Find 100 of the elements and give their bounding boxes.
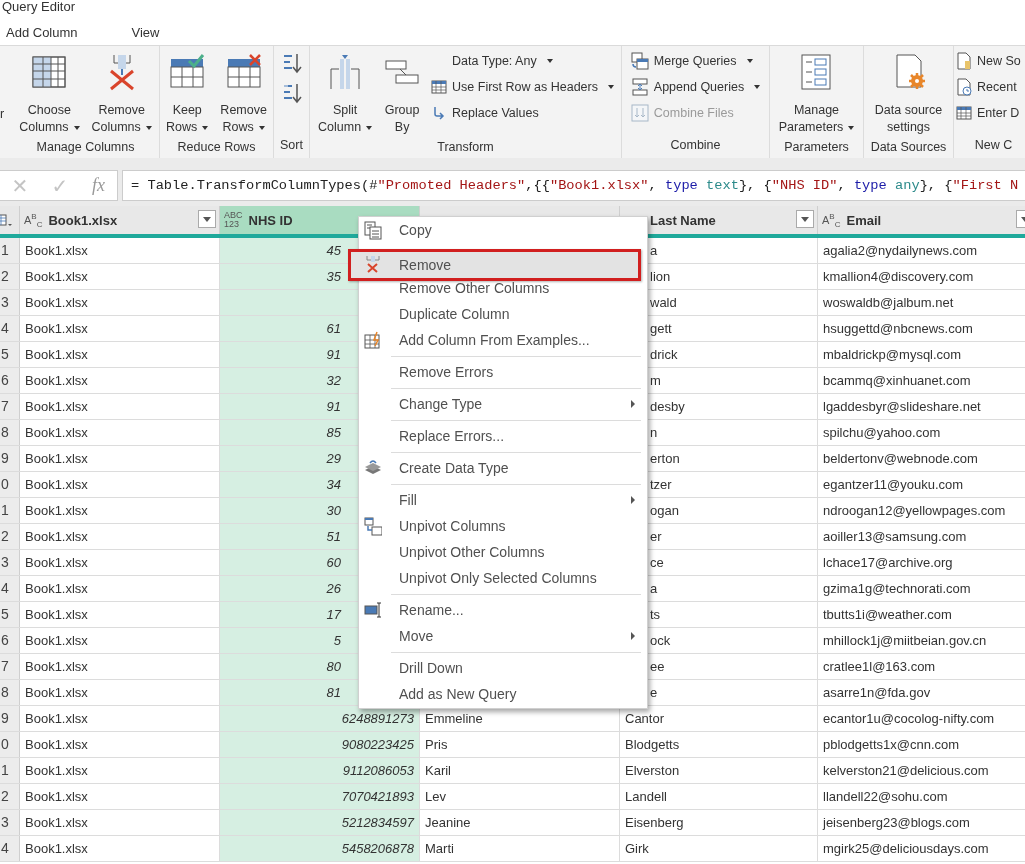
group-label: Sort [279,137,304,154]
table-cell: hsuggettd@nbcnews.com [818,316,1025,341]
row-number: 4 [0,836,20,861]
column-header[interactable]: A$^{B}$$_{C}$ Book1.xlsx [20,206,220,234]
table-cell: lgaddesbyr@slideshare.net [818,394,1025,419]
row-number: 8 [0,420,20,445]
table-cell: cratlee1l@163.com [818,654,1025,679]
ribbon-button[interactable]: Data source settings [871,50,946,138]
table-menu-icon [0,213,14,227]
row-number: 7 [0,654,20,679]
table-cell: Landell [620,784,818,809]
keep-rows-icon [169,53,206,91]
column-name: Email [846,212,882,228]
row-number: 1 [0,238,20,263]
table-cell: lchace17@archive.org [818,550,1025,575]
row-number: 2 [0,264,20,289]
remove-rows-icon [225,53,262,91]
table-cell: aoiller13@samsung.com [818,524,1025,549]
ribbon-button[interactable]: New So [954,50,1023,72]
merge-tables-icon [630,52,649,70]
menu-item[interactable]: Remove [348,249,641,281]
ribbon-button[interactable]: Remove Columns [88,50,155,138]
row-number: 9 [0,706,20,731]
column-header[interactable]: A$^{B}$$_{C}$ Email [818,206,1025,234]
table-cell: Girk [620,836,818,861]
ribbon-button[interactable]: Use First Row as Headers [429,76,616,98]
submenu-arrow-icon [631,632,635,640]
row-number: 3 [0,290,20,315]
ribbon-button[interactable]: Remove Rows [217,50,270,138]
combine-files-icon [630,104,649,122]
table-icon [431,79,448,95]
table-cell: ndroogan12@yellowpages.com [818,498,1025,523]
row-number: 5 [0,342,20,367]
row-number: 4 [0,576,20,601]
group-label: Combine [669,137,722,154]
column-name: Last Name [650,212,716,228]
ribbon-button[interactable]: Recent [954,76,1023,98]
table-cell: Eisenberg [620,810,818,835]
table-cell: jeisenberg23@blogs.com [818,810,1025,835]
ribbon-button[interactable]: Split Column [315,50,376,138]
table-cell: kmallion4@discovery.com [818,264,1025,289]
new-document-icon [956,52,972,70]
group-label: Reduce Rows [176,139,257,156]
table-cell: Karil [420,758,620,783]
remove-column-icon [364,255,382,274]
row-number: 6 [0,628,20,653]
row-number: 6 [0,368,20,393]
ribbon-button[interactable]: Replace Values [429,102,616,124]
table-cell: mhillock1j@miitbeian.gov.cn [818,628,1025,653]
ribbon-button[interactable]: Choose Columns [16,50,83,138]
data-type-icon: ABC 123 [224,211,243,229]
ribbon-tab[interactable]: View [125,21,166,45]
filter-dropdown-button[interactable] [796,210,814,228]
table-cell: 7070421893 [220,784,420,809]
table-cell: mgirk25@deliciousdays.com [818,836,1025,861]
table-cell: Jeanine [420,810,620,835]
choose-columns-icon [31,53,68,91]
row-number: 4 [0,316,20,341]
ribbon-button[interactable]: Data Type: Any [429,50,616,72]
table-cell: Marti [420,836,620,861]
filter-dropdown-button[interactable] [198,210,216,228]
group-label: Manage Columns [35,139,136,156]
table-cell: 9112086053 [220,758,420,783]
group-label: Parameters [783,139,850,156]
column-name: Book1.xlsx [48,212,118,228]
table-cell: gzima1g@technorati.com [818,576,1025,601]
row-number: 1 [0,498,20,523]
table-cell: Lev [420,784,620,809]
unpivot-icon [364,517,382,536]
formula-field[interactable]: = Table.TransformColumnTypes(#"Promoted Headers",{{"Book1.xlsx", type text}, {"NHS ID", type any}, {"First N [122,170,1025,201]
document-clock-icon [956,78,972,96]
table-cell: Blodgetts [620,732,818,757]
table-cell: Elverston [620,758,818,783]
row-number: 5 [0,602,20,627]
table-cell: pblodgetts1x@cnn.com [818,732,1025,757]
table-cell: egantzer11@youku.com [818,472,1025,497]
submenu-arrow-icon [631,496,635,504]
table-cell: 5458206878 [220,836,420,861]
table-cell: beldertonv@webnode.com [818,446,1025,471]
ribbon-button[interactable]: Keep Rows [163,50,212,138]
ribbon-button[interactable]: r [0,50,8,125]
ribbon-button[interactable]: Append Queries [628,76,763,98]
table-cell: spilchu@yahoo.com [818,420,1025,445]
ribbon-tab[interactable]: Add Column [0,21,84,45]
row-number: 3 [0,550,20,575]
ribbon-button[interactable]: Group By [381,50,424,138]
table-cell: Pris [420,732,620,757]
table-cell: kelverston21@delicious.com [818,758,1025,783]
ribbon-button[interactable]: Manage Parameters [775,50,858,138]
ribbon-button[interactable]: Enter D [954,102,1023,124]
table-cell: bcammq@xinhuanet.com [818,368,1025,393]
row-number: 9 [0,446,20,471]
group-label: Transform [436,139,495,156]
table-cell: woswaldb@jalbum.net [818,290,1025,315]
rename-icon [364,601,382,620]
ribbon-button[interactable]: Merge Queries [628,50,763,72]
table-cell: 5212834597 [220,810,420,835]
row-number: 3 [0,810,20,835]
group-label: Data Sources [869,139,948,156]
row-number: 2 [0,784,20,809]
